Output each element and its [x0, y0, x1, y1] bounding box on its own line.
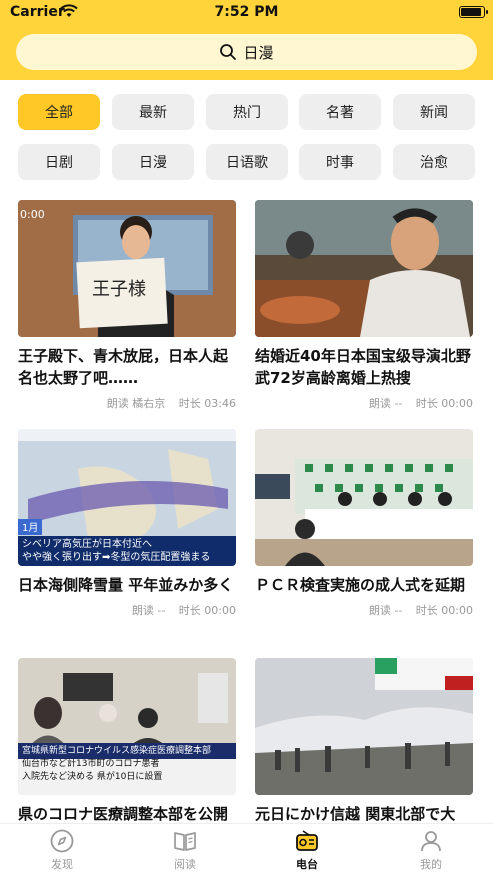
- article-meta: 朗读 -- 时长 00:00: [255, 395, 473, 411]
- article-title: 元日にかけ信越 関東北部で大: [255, 805, 456, 823]
- tab-read[interactable]: 阅读: [140, 828, 230, 872]
- thumb-caption: 宮城県新型コロナウイルス感染症医療調整本部: [22, 746, 212, 756]
- search-icon: [220, 44, 237, 60]
- article-thumbnail: [255, 429, 473, 566]
- article-duration: 时长 03:46: [178, 397, 236, 410]
- article-title: ＰＣＲ検査実施の成人式を延期: [255, 576, 466, 594]
- thumb-caption: 仙台市など計13市町のコロナ患者: [22, 759, 160, 769]
- tab-discover[interactable]: 发现: [17, 828, 107, 872]
- article-title: 王子殿下、青木放屁，日本人起名也太野了吧……: [18, 347, 229, 387]
- chip-jsongs[interactable]: 日语歌: [206, 144, 288, 180]
- article-title: 结婚近40年日本国宝级导演北野武72岁高龄离婚上热搜: [255, 347, 471, 387]
- book-icon: [174, 832, 196, 851]
- tab-label: 电台: [296, 858, 318, 871]
- tab-radio[interactable]: 电台: [262, 828, 352, 872]
- article-reader: 朗读 橘右京: [106, 397, 166, 410]
- tab-label: 阅读: [174, 858, 196, 871]
- chip-current-affairs[interactable]: 时事: [299, 144, 381, 180]
- status-bar: Carrier 7:52 PM: [0, 0, 493, 26]
- thumb-caption: シベリア高気圧が日本付近へ: [22, 539, 152, 550]
- article-title: 日本海側降雪量 平年並みか多く: [18, 576, 234, 594]
- svg-text:1月: 1月: [22, 522, 38, 534]
- chip-hot[interactable]: 热门: [206, 94, 288, 130]
- chip-jdrama[interactable]: 日剧: [18, 144, 100, 180]
- article-thumbnail: [255, 658, 473, 795]
- article-duration: 时长 00:00: [415, 604, 473, 617]
- chip-news[interactable]: 新闻: [393, 94, 475, 130]
- chip-latest[interactable]: 最新: [112, 94, 194, 130]
- search-bar[interactable]: 日漫: [16, 34, 477, 70]
- search-query: 日漫: [243, 43, 274, 62]
- article-thumbnail: 宮城県新型コロナウイルス感染症医療調整本部 仙台市など計13市町のコロナ患者 入…: [18, 658, 236, 795]
- compass-icon: [50, 829, 74, 853]
- thumb-caption: 入院先など決める 県が10日に設置: [22, 772, 163, 782]
- article-reader: 朗读 --: [368, 604, 403, 617]
- article-meta: 朗读 橘右京 时长 03:46: [18, 395, 236, 411]
- article-card[interactable]: 宮城県新型コロナウイルス感染症医療調整本部 仙台市など計13市町のコロナ患者 入…: [18, 658, 236, 825]
- header-bar: Carrier 7:52 PM 日漫: [0, 0, 493, 80]
- article-duration: 时长 00:00: [178, 604, 236, 617]
- article-meta: 朗读 -- 时长 00:00: [255, 602, 473, 618]
- person-icon: [421, 831, 441, 852]
- article-card[interactable]: 元日にかけ信越 関東北部で大: [255, 658, 473, 825]
- article-duration: 时长 00:00: [415, 397, 473, 410]
- article-card[interactable]: 1月 シベリア高気圧が日本付近へ やや強く張り出す➡冬型の気圧配置強まる 日本海…: [18, 429, 236, 618]
- radio-icon: [296, 830, 318, 851]
- article-reader: 朗读 --: [368, 397, 403, 410]
- thumb-time-overlay: 0:00: [20, 208, 45, 221]
- article-card[interactable]: 王子様 0:00 王子殿下、青木放屁，日本人起名也太野了吧…… 朗读 橘右京 时…: [18, 200, 236, 411]
- article-title: 県のコロナ医療調整本部を公開: [18, 805, 229, 823]
- battery-icon: [459, 6, 488, 18]
- article-thumbnail: 王子様 0:00: [18, 200, 236, 337]
- article-thumbnail: [255, 200, 473, 337]
- chip-anime[interactable]: 日漫: [112, 144, 194, 180]
- bottom-tab-bar: 发现 阅读 电台 我的: [0, 823, 493, 879]
- tab-label: 我的: [420, 858, 442, 871]
- chip-healing[interactable]: 治愈: [393, 144, 475, 180]
- thumb-caption: やや強く張り出す➡冬型の気圧配置強まる: [22, 552, 211, 563]
- chip-all[interactable]: 全部: [18, 94, 100, 130]
- article-card[interactable]: 结婚近40年日本国宝级导演北野武72岁高龄离婚上热搜 朗读 -- 时长 00:0…: [255, 200, 473, 411]
- tab-label: 发现: [51, 858, 73, 871]
- chip-classics[interactable]: 名著: [299, 94, 381, 130]
- clock: 7:52 PM: [214, 4, 279, 20]
- article-card[interactable]: ＰＣＲ検査実施の成人式を延期 朗读 -- 时长 00:00: [255, 429, 473, 618]
- article-reader: 朗读 --: [131, 604, 166, 617]
- svg-text:王子様: 王子様: [92, 279, 146, 300]
- article-thumbnail: 1月 シベリア高気圧が日本付近へ やや強く張り出す➡冬型の気圧配置強まる: [18, 429, 236, 566]
- tab-mine[interactable]: 我的: [386, 828, 476, 872]
- article-meta: 朗读 -- 时长 00:00: [18, 602, 236, 618]
